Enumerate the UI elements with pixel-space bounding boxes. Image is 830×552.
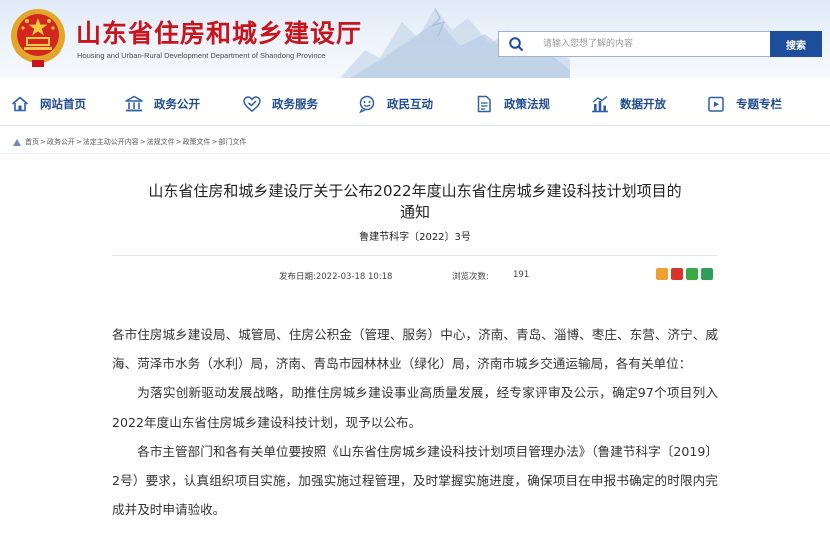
breadcrumb-separator: > — [139, 138, 146, 146]
nav-item-public-interaction[interactable]: 政民互动 — [357, 86, 433, 122]
nav-item-policies[interactable]: 政策法规 — [474, 86, 550, 122]
breadcrumb-item-statutory-content[interactable]: 法定主动公开内容 — [83, 137, 139, 147]
article-paragraph: 为落实创新驱动发展战略，助推住房城乡建设事业高质量发展，经专家评审及公示，确定9… — [112, 385, 718, 430]
breadcrumb-separator: > — [211, 138, 218, 146]
nav-label: 专题专栏 — [736, 97, 782, 111]
views-label: 浏览次数: — [452, 272, 489, 282]
main-nav: 网站首页 政务公开 政务服务 政民互动 政策法规 数据开放 专题专栏 — [0, 86, 830, 122]
site-title: 山东省住房和城乡建设厅 — [76, 19, 363, 48]
breadcrumb-item-department-documents[interactable]: 部门文件 — [218, 137, 246, 147]
search-button[interactable]: 搜索 — [770, 31, 822, 57]
share-icons — [656, 268, 713, 280]
site-subtitle: Housing and Urban-Rural Development Depa… — [77, 51, 326, 60]
article-body: 各市住房城乡建设局、城管局、住房公积金（管理、服务）中心，济南、青岛、淄博、枣庄… — [112, 320, 718, 524]
breadcrumb-separator: > — [175, 138, 182, 146]
site-header: 山东省住房和城乡建设厅 Housing and Urban-Rural Deve… — [0, 0, 830, 78]
article-title: 山东省住房和城乡建设厅关于公布2022年度山东省住房城乡建设科技计划项目的 通知 — [100, 181, 730, 223]
folder-icon — [708, 96, 724, 112]
meta-divider — [112, 255, 718, 256]
document-number: 鲁建节科字〔2022〕3号 — [359, 232, 471, 243]
nav-item-government-affairs[interactable]: 政务公开 — [124, 86, 200, 122]
nav-label: 政策法规 — [504, 97, 550, 111]
nav-label: 政务服务 — [272, 97, 318, 111]
breadcrumb-item-policy-documents[interactable]: 政策文件 — [183, 137, 211, 147]
nav-label: 政务公开 — [154, 97, 200, 111]
breadcrumb-item-home[interactable]: 首页 — [25, 137, 39, 147]
article-title-line: 通知 — [399, 203, 430, 221]
share-wechat-icon[interactable] — [686, 268, 698, 280]
breadcrumb-separator: > — [40, 138, 46, 146]
document-icon — [477, 95, 491, 113]
nav-item-open-data[interactable]: 数据开放 — [590, 86, 666, 122]
breadcrumb-item-regulations[interactable]: 法规文件 — [147, 137, 175, 147]
nav-item-home[interactable]: 网站首页 — [10, 86, 86, 122]
nav-label: 网站首页 — [40, 97, 86, 111]
home-icon — [11, 96, 29, 112]
article-paragraph: 各市主管部门和各有关单位要按照《山东省住房城乡建设科技计划项目管理办法》（鲁建节… — [112, 443, 718, 518]
breadcrumb: 首页 > 政务公开 > 法定主动公开内容 > 法规文件 > 政策文件 > 部门文… — [12, 135, 246, 149]
views-count: 191 — [513, 270, 530, 280]
service-icon — [243, 96, 261, 112]
breadcrumb-divider — [0, 153, 830, 154]
nav-divider — [0, 125, 830, 126]
breadcrumb-item-government-affairs[interactable]: 政务公开 — [47, 137, 75, 147]
nav-label: 政民互动 — [387, 97, 433, 111]
share-qzone-icon[interactable] — [656, 268, 668, 280]
article-title-line: 山东省住房和城乡建设厅关于公布2022年度山东省住房城乡建设科技计划项目的 — [148, 182, 682, 200]
search-icon — [509, 37, 524, 52]
interaction-icon — [359, 95, 375, 114]
national-emblem-icon — [11, 9, 65, 67]
location-icon — [13, 138, 21, 146]
search-box — [498, 31, 770, 57]
share-print-icon[interactable] — [701, 268, 713, 280]
nav-item-government-services[interactable]: 政务服务 — [242, 86, 318, 122]
chart-icon — [592, 95, 608, 113]
search-input[interactable] — [543, 32, 763, 56]
publish-date: 发布日期:2022-03-18 10:18 — [279, 272, 393, 282]
building-icon — [125, 95, 143, 112]
nav-label: 数据开放 — [620, 97, 666, 111]
share-weibo-icon[interactable] — [671, 268, 683, 280]
nav-item-special-topics[interactable]: 专题专栏 — [706, 86, 782, 122]
article-paragraph: 各市住房城乡建设局、城管局、住房公积金（管理、服务）中心，济南、青岛、淄博、枣庄… — [112, 327, 718, 372]
breadcrumb-separator: > — [75, 138, 82, 146]
